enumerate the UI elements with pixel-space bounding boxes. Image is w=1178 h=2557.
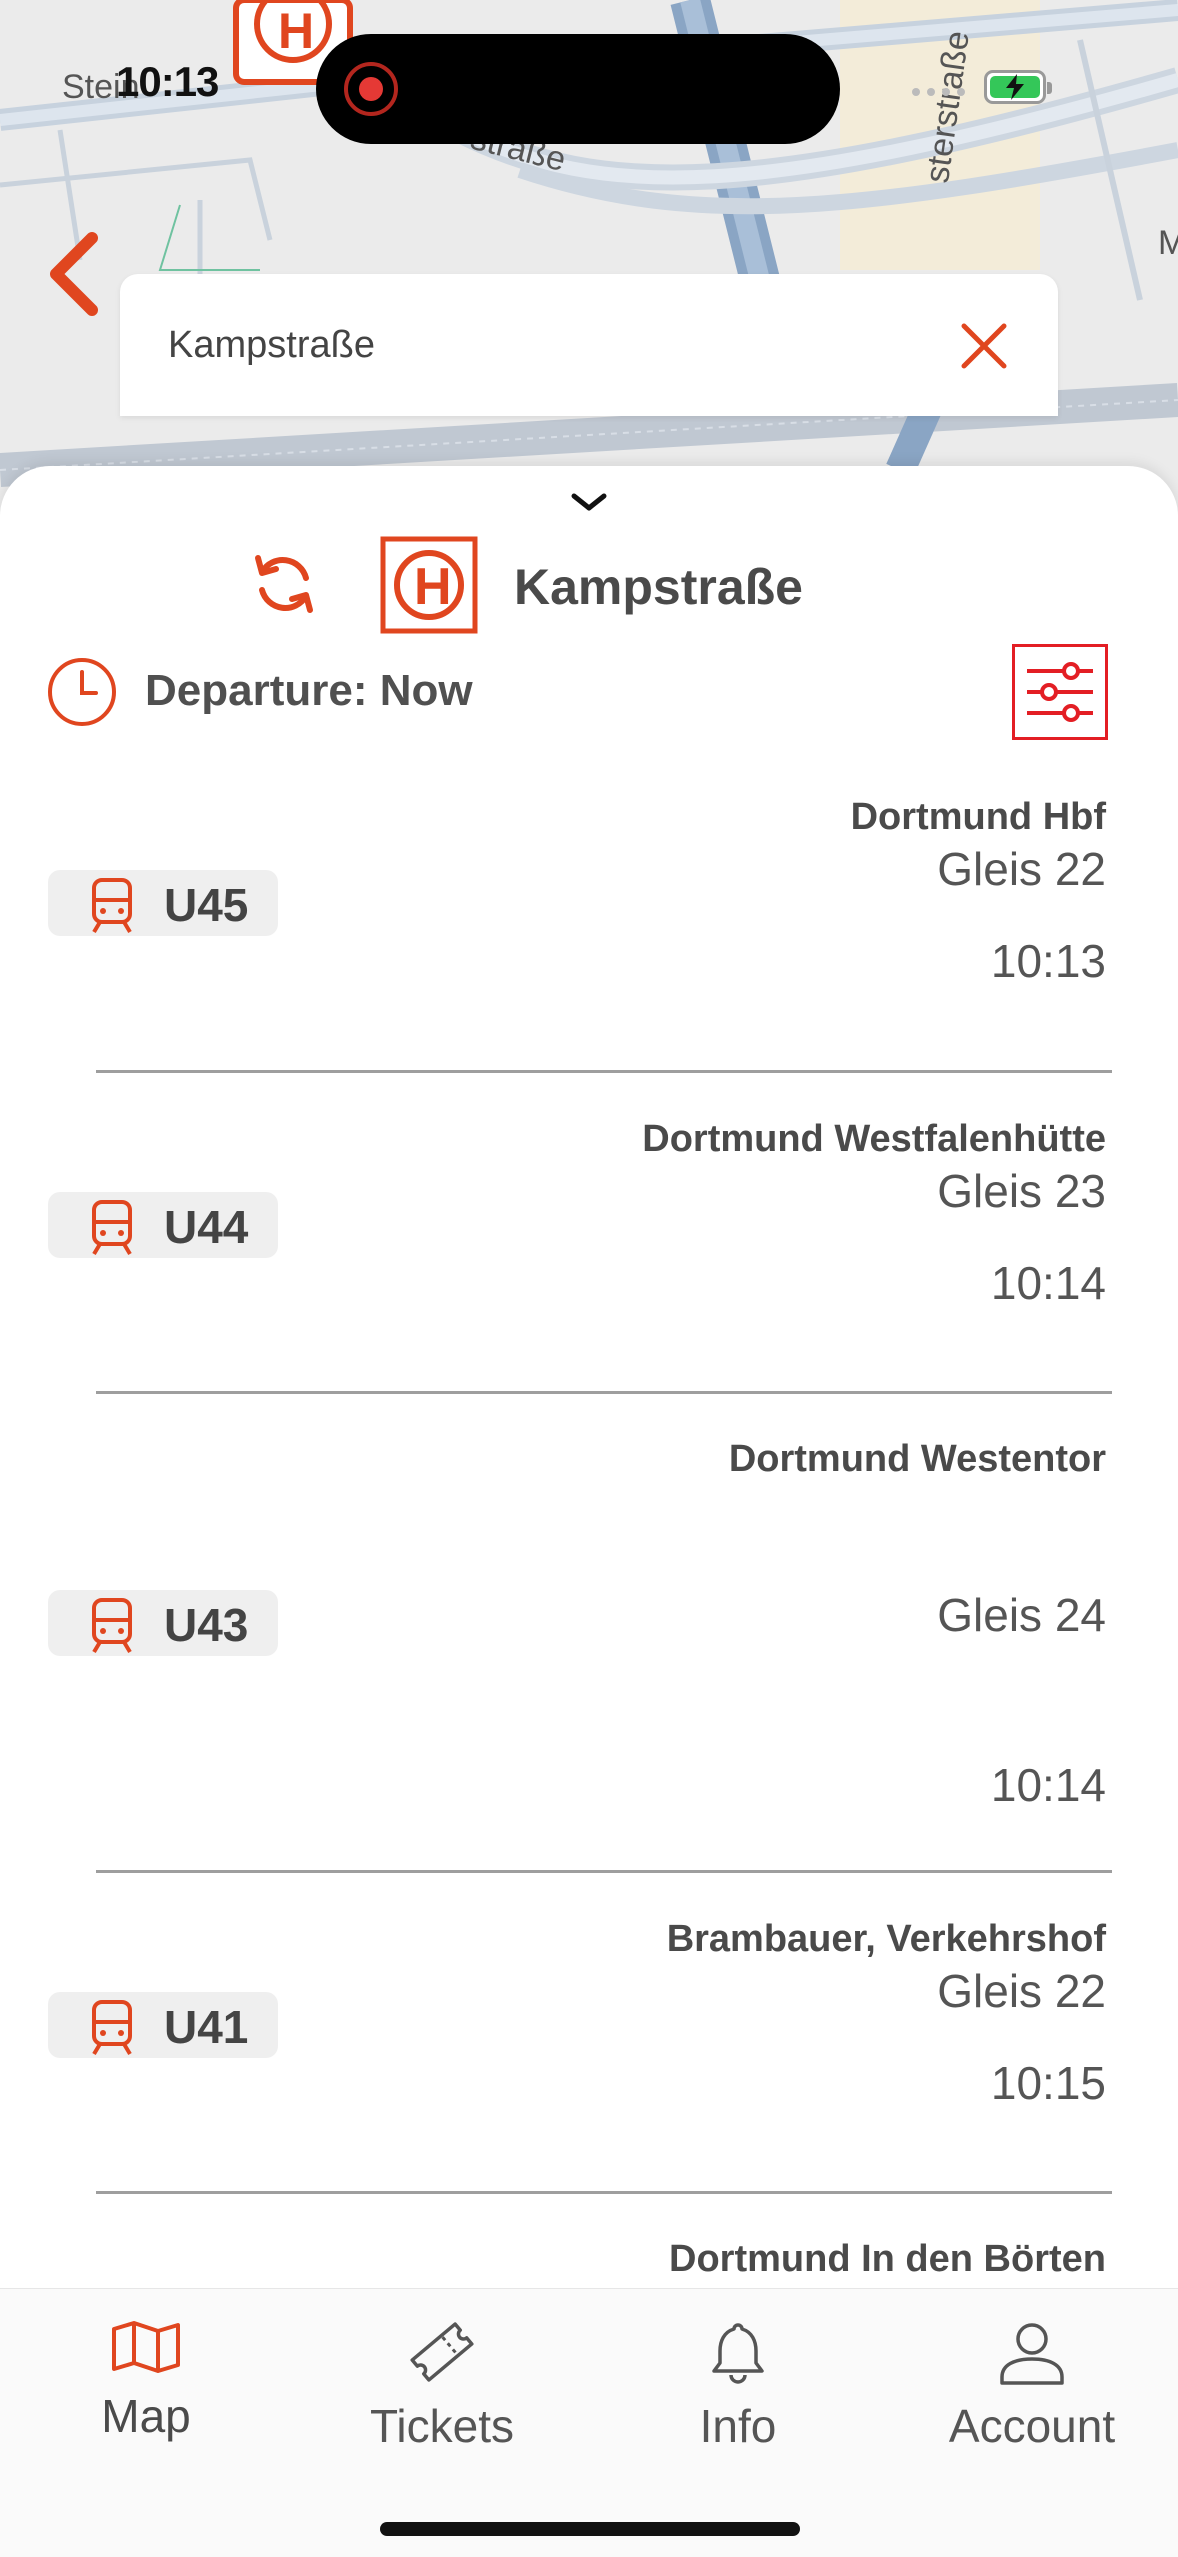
departure-time-selector[interactable]: Departure: Now [145, 666, 473, 716]
clock-icon [46, 656, 118, 728]
map-street-label: M [1158, 224, 1178, 262]
departure-platform: Gleis 22 [937, 1965, 1106, 2017]
departure-time: 10:14 [990, 1759, 1106, 1811]
tab-label: Info [699, 2400, 777, 2452]
line-badge: U43 [48, 1590, 278, 1656]
departure-destination: Brambauer, Verkehrshof [666, 1918, 1106, 1960]
line-number: U45 [164, 879, 249, 931]
departure-destination: Dortmund Westfalenhütte [642, 1118, 1106, 1160]
tab-tickets[interactable]: Tickets [312, 2309, 572, 2479]
line-number: U44 [164, 1201, 249, 1253]
stop-title: Kampstraße [514, 559, 803, 615]
status-bar-time: 10:13 [116, 58, 219, 105]
back-button[interactable] [40, 228, 110, 318]
signal-icon [912, 88, 965, 96]
refresh-button[interactable] [250, 550, 318, 618]
tram-icon [92, 1598, 132, 1654]
close-icon [961, 323, 1007, 369]
search-input-value[interactable]: Kampstraße [168, 324, 375, 367]
departure-destination: Dortmund Hbf [850, 796, 1106, 838]
collapse-sheet-handle[interactable] [570, 490, 608, 514]
svg-text:H: H [278, 3, 314, 59]
chevron-down-icon [571, 493, 607, 511]
svg-text:H: H [414, 558, 452, 616]
departure-platform: Gleis 24 [937, 1589, 1106, 1641]
screen-recording-icon [344, 62, 398, 116]
departure-platform: Gleis 22 [937, 843, 1106, 895]
departure-row[interactable]: Dortmund Westentor U43 Gleis 24 10:14 [0, 1438, 1178, 1838]
bell-icon [712, 2323, 764, 2384]
departure-destination: Dortmund In den Börten [669, 2238, 1106, 2280]
bus-stop-logo: H [380, 536, 478, 634]
tab-label: Map [101, 2390, 191, 2442]
tram-icon [92, 878, 132, 934]
clear-search-button[interactable] [954, 316, 1014, 376]
tab-map[interactable]: Map [16, 2309, 276, 2479]
row-divider [96, 1070, 1112, 1073]
tab-bar: Map Tickets Info Account [0, 2288, 1178, 2557]
tab-info[interactable]: Info [608, 2309, 868, 2479]
row-divider [96, 1391, 1112, 1394]
departure-row[interactable]: Dortmund In den Börten [0, 2238, 1178, 2288]
departure-time: 10:14 [990, 1257, 1106, 1309]
battery-charging-icon [984, 70, 1052, 104]
departure-row[interactable]: Brambauer, Verkehrshof U41 Gleis 22 10:1… [0, 1918, 1178, 2158]
search-field[interactable]: Kampstraße [120, 274, 1058, 416]
tram-icon [92, 2000, 132, 2056]
row-divider [96, 1870, 1112, 1873]
departure-row[interactable]: Dortmund Hbf U45 Gleis 22 10:13 [0, 796, 1178, 1036]
refresh-icon [255, 555, 313, 613]
tram-icon [92, 1200, 132, 1256]
line-number: U43 [164, 1599, 249, 1651]
tab-label: Account [948, 2400, 1116, 2452]
user-icon [1000, 2323, 1064, 2385]
tab-account[interactable]: Account [902, 2309, 1162, 2479]
filter-sliders-icon [1027, 662, 1093, 722]
departure-destination: Dortmund Westentor [728, 1438, 1106, 1480]
line-number: U41 [164, 2001, 249, 2053]
line-badge: U41 [48, 1992, 278, 2058]
line-badge: U44 [48, 1192, 278, 1258]
departure-time: 10:13 [990, 935, 1106, 987]
line-badge: U45 [48, 870, 278, 936]
chevron-left-icon [50, 232, 98, 316]
tab-label: Tickets [370, 2400, 514, 2452]
departures-sheet: H Kampstraße Departure: Now Dortmund Hbf [0, 466, 1178, 2288]
map-icon [112, 2321, 180, 2373]
departure-row[interactable]: Dortmund Westfalenhütte U44 Gleis 23 10:… [0, 1118, 1178, 1358]
departure-platform: Gleis 23 [937, 1165, 1106, 1217]
row-divider [96, 2191, 1112, 2194]
departure-time: 10:15 [990, 2057, 1106, 2109]
filter-button[interactable] [1012, 644, 1108, 740]
ticket-icon [410, 2322, 474, 2382]
home-indicator[interactable] [380, 2522, 800, 2536]
